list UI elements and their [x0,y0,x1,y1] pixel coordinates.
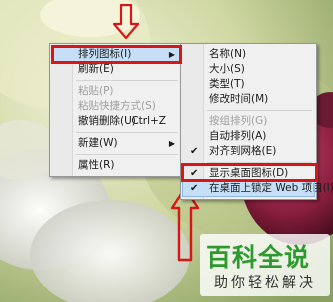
submenu-item-group[interactable]: 按组排列(G) [183,114,314,129]
submenu-item-size[interactable]: 大小(S) [183,62,314,77]
menu-item-shortcut: Ctrl+Z [131,115,166,127]
watermark-title: 百科全说 [206,243,311,272]
menu-item-label: 新建(W) [78,137,118,149]
watermark-logo: 百科全说 助你轻松解决 [200,234,330,296]
menu-item-label: 撤销删除(U) [78,115,136,127]
menu-item-label: 大小(S) [209,63,245,75]
menu-item-label: 对齐到网格(E) [209,145,277,157]
annotation-box-arrange-icons [51,45,182,64]
menu-item-label: 粘贴(P) [78,85,114,97]
menu-item-label: 自动排列(A) [209,130,267,142]
menu-separator [76,80,178,81]
menu-item-label: 刷新(E) [78,63,114,75]
menu-item-undo-delete[interactable]: 撤销删除(U) Ctrl+Z [52,114,180,129]
menu-item-label: 名称(N) [209,48,247,60]
menu-item-paste-shortcut[interactable]: 粘贴快捷方式(S) [52,99,180,114]
menu-item-properties[interactable]: 属性(R) [52,158,180,173]
watermark-subtitle: 助你轻松解决 [214,275,316,291]
submenu-item-auto-arrange[interactable]: 自动排列(A) [183,129,314,144]
submenu-item-align-grid[interactable]: ✔ 对齐到网格(E) [183,144,314,159]
menu-item-label: 在桌面上锁定 Web 项目(I) [209,182,333,194]
menu-separator [76,154,178,155]
menu-separator [76,132,178,133]
menu-item-label: 粘贴快捷方式(S) [78,100,156,112]
checkmark-icon: ✔ [190,146,199,157]
menu-item-label: 属性(R) [78,159,115,171]
submenu-item-modified[interactable]: 修改时间(M) [183,92,314,107]
menu-item-label: 修改时间(M) [209,93,269,105]
menu-item-refresh[interactable]: 刷新(E) [52,62,180,77]
annotation-box-lock-web-items [181,163,318,182]
menu-separator [207,110,312,111]
checkmark-icon: ✔ [190,183,199,194]
menu-item-paste[interactable]: 粘贴(P) [52,84,180,99]
submenu-item-lock-web-items[interactable]: ✔ 在桌面上锁定 Web 项目(I) [182,180,333,197]
menu-item-label: 按组排列(G) [209,115,268,127]
menu-item-new[interactable]: 新建(W) ▶ [52,136,180,151]
submenu-arrow-icon: ▶ [168,139,175,148]
submenu-item-name[interactable]: 名称(N) [183,47,314,62]
menu-item-label: 类型(T) [209,78,245,90]
submenu-item-type[interactable]: 类型(T) [183,77,314,92]
annotation-down-arrow [113,4,139,40]
